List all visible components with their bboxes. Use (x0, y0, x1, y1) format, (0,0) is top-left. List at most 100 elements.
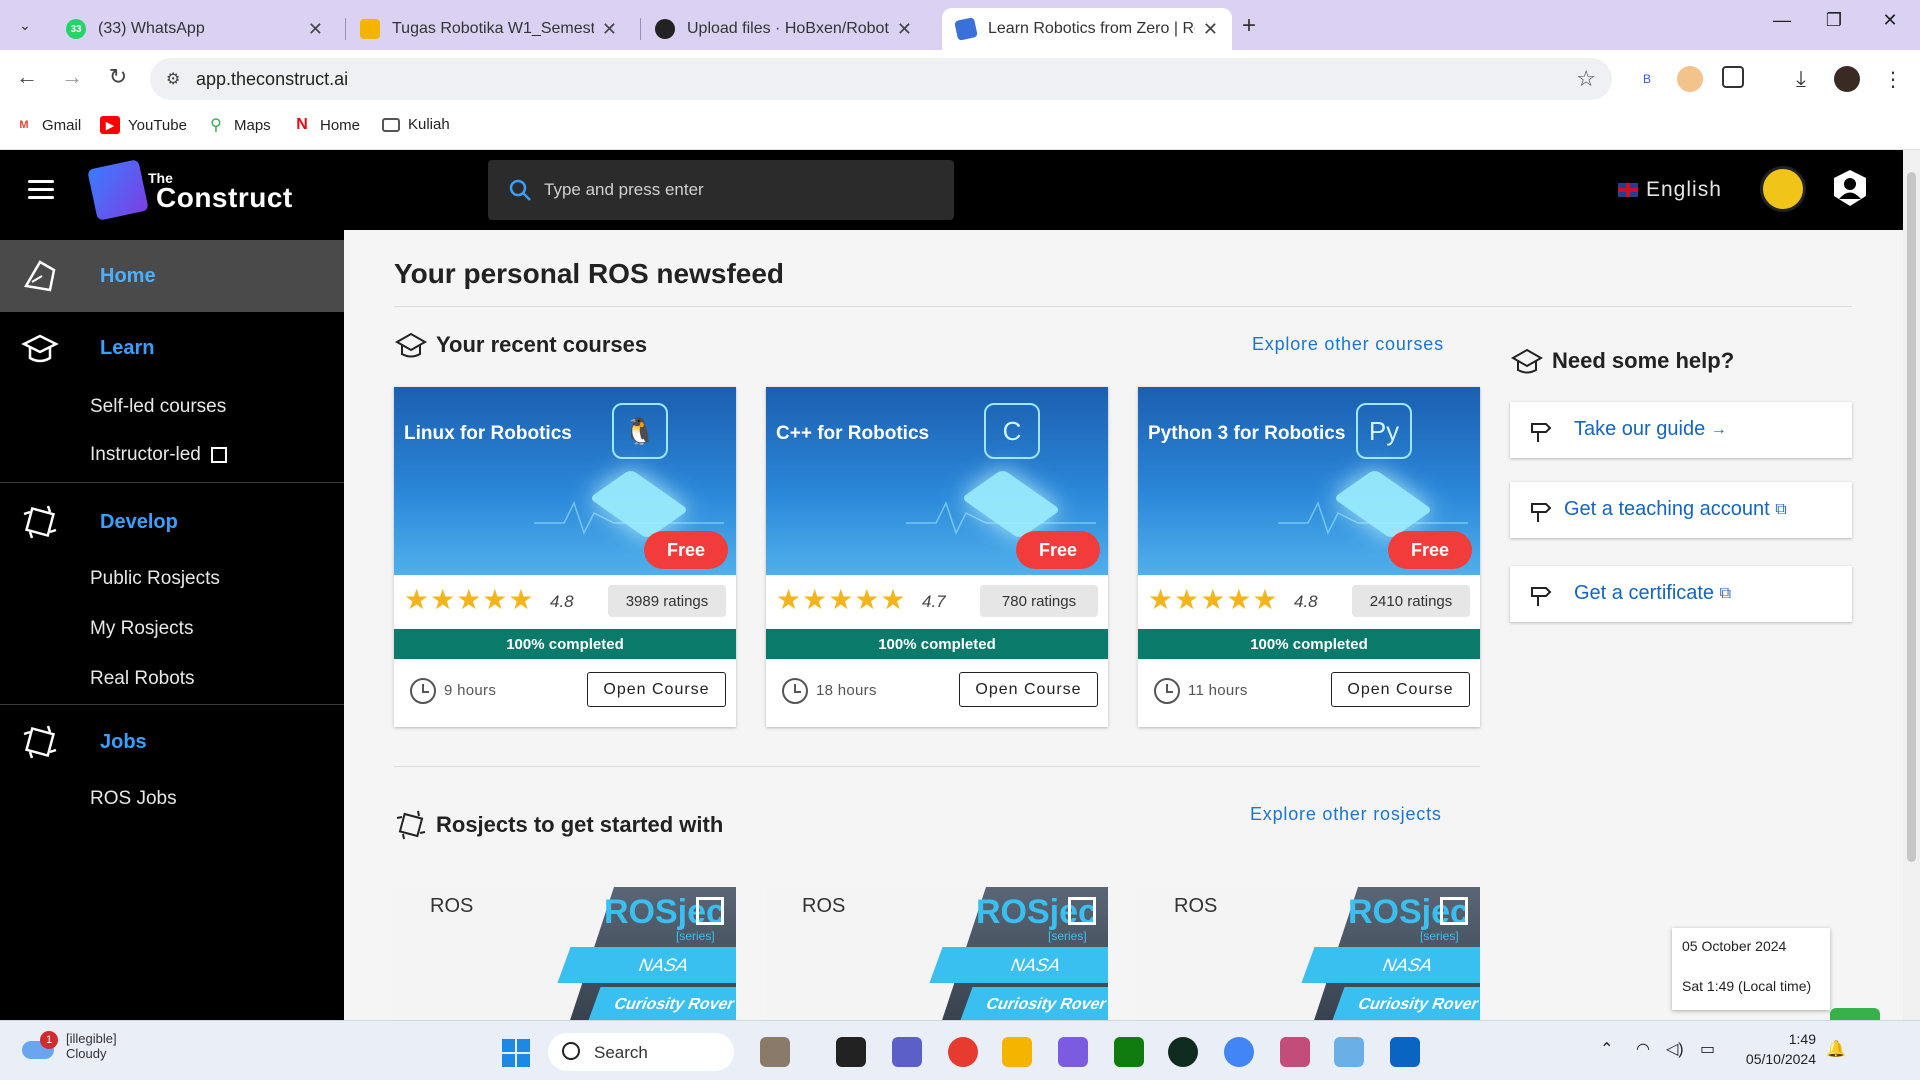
tab-the-construct[interactable]: Learn Robotics from Zero | Robo ✕ (942, 8, 1232, 50)
site-settings-icon[interactable]: ⚙ (166, 69, 188, 89)
tab-github-upload[interactable]: Upload files · HoBxen/Robotika ✕ (641, 8, 926, 50)
reload-button[interactable]: ↻ (103, 64, 133, 90)
certificate-card[interactable]: Get a certificate ⧉ (1510, 566, 1852, 622)
open-course-button[interactable]: Open Course (959, 672, 1098, 707)
user-account-icon[interactable] (1830, 168, 1870, 208)
xbox-icon[interactable] (1114, 1037, 1144, 1067)
profile-avatar-icon[interactable] (1834, 66, 1860, 92)
extension-avatar-icon[interactable] (1677, 66, 1703, 92)
browser-menu-icon[interactable]: ⋮ (1880, 66, 1906, 92)
teaching-account-card[interactable]: Get a teaching account ⧉ (1510, 482, 1852, 538)
sidebar-item-home[interactable]: Home (0, 240, 344, 312)
course-card-python[interactable]: Python 3 for Robotics Py Free ★★★★★ 4.8 … (1138, 387, 1480, 727)
notification-bell-icon[interactable]: 🔔 (1826, 1039, 1846, 1059)
page-scrollbar[interactable] (1903, 150, 1920, 1020)
search-input[interactable] (544, 174, 924, 206)
linux-penguin-icon: 🐧 (612, 403, 668, 459)
construct-logo-icon[interactable] (87, 159, 149, 221)
sidebar-item-my-rosjects[interactable]: My Rosjects (90, 618, 193, 640)
wps-office-icon[interactable] (948, 1037, 978, 1067)
sidebar-item-instructor-led[interactable]: Instructor-led (90, 444, 227, 466)
sidebar: Home Learn Self-led courses Instructor-l… (0, 230, 344, 1020)
bookmark-home[interactable]: N Home (292, 116, 360, 134)
file-explorer-icon[interactable] (1002, 1037, 1032, 1067)
sidebar-item-learn[interactable]: Learn (0, 312, 344, 384)
bookmark-kuliah[interactable]: Kuliah (382, 116, 450, 133)
sidebar-item-real-robots[interactable]: Real Robots (90, 668, 195, 690)
wifi-icon[interactable]: ◠ (1636, 1039, 1650, 1059)
upwork-icon[interactable] (1168, 1037, 1198, 1067)
wildlife-app-icon[interactable] (760, 1037, 790, 1067)
download-icon[interactable]: ⤓ (1788, 66, 1814, 92)
chart-app-icon[interactable] (1334, 1037, 1364, 1067)
taskbar-search[interactable]: Search (548, 1033, 734, 1071)
bookmark-label: YouTube (128, 116, 187, 134)
weather-widget[interactable]: 1 (20, 1031, 58, 1061)
close-icon[interactable]: ✕ (602, 19, 617, 40)
outlook-icon[interactable] (1390, 1037, 1420, 1067)
language-selector[interactable]: English (1618, 178, 1722, 202)
rosject-card[interactable]: ROS ROSjec [series] NASA Curiosity Rover (394, 887, 736, 1020)
extension-b-icon[interactable]: B (1634, 66, 1660, 92)
site-search[interactable] (488, 160, 954, 220)
scrollbar-thumb[interactable] (1907, 172, 1916, 862)
snipping-tool-icon[interactable] (1280, 1037, 1310, 1067)
develop-icon (396, 810, 426, 840)
expand-icon[interactable] (1068, 897, 1096, 925)
forward-button[interactable]: → (57, 64, 87, 90)
chrome-icon[interactable] (1224, 1037, 1254, 1067)
close-icon[interactable]: ✕ (308, 19, 323, 40)
windows-start-icon[interactable] (502, 1039, 530, 1067)
clock-time: 1:49 (1788, 1031, 1816, 1047)
bookmark-star-icon[interactable]: ☆ (1576, 66, 1596, 92)
sidebar-subitem-label: My Rosjects (90, 618, 194, 639)
bookmark-label: Kuliah (408, 116, 450, 133)
extensions-puzzle-icon[interactable] (1722, 66, 1744, 88)
bookmark-youtube[interactable]: ▶ YouTube (100, 116, 187, 134)
tab-whatsapp[interactable]: 33 (33) WhatsApp ✕ (52, 8, 337, 50)
explore-courses-link[interactable]: Explore other courses (1252, 334, 1444, 355)
minimize-button[interactable]: — (1762, 10, 1802, 31)
expand-icon[interactable] (1440, 897, 1468, 925)
rosject-card[interactable]: ROS ROSjec [series] NASA Curiosity Rover (1138, 887, 1480, 1020)
bookmark-maps[interactable]: ⚲ Maps (206, 116, 271, 135)
open-course-button[interactable]: Open Course (587, 672, 726, 707)
course-thumbnail[interactable]: Python 3 for Robotics Py Free (1138, 387, 1480, 575)
graduation-cap-icon (1510, 348, 1544, 374)
chevron-up-icon[interactable]: ⌃ (1600, 1039, 1613, 1059)
sidebar-item-develop[interactable]: Develop (0, 486, 344, 558)
restore-button[interactable]: ❐ (1814, 10, 1854, 31)
close-icon[interactable]: ✕ (1203, 19, 1218, 40)
back-button[interactable]: ← (12, 64, 42, 90)
open-course-button[interactable]: Open Course (1331, 672, 1470, 707)
close-window-button[interactable]: ✕ (1870, 10, 1910, 31)
achievement-badge-icon[interactable] (1760, 166, 1806, 212)
close-icon[interactable]: ✕ (897, 19, 912, 40)
course-thumbnail[interactable]: Linux for Robotics 🐧 Free (394, 387, 736, 575)
sidebar-item-self-led-courses[interactable]: Self-led courses (90, 396, 226, 418)
new-tab-button[interactable]: + (1242, 12, 1256, 40)
hamburger-menu-icon[interactable] (28, 180, 54, 200)
tab-title: Tugas Robotika W1_Semester G (392, 20, 594, 37)
tab-search-dropdown[interactable]: ⌄ (10, 10, 40, 40)
course-card-linux[interactable]: Linux for Robotics 🐧 Free ★★★★★ 4.8 3989… (394, 387, 736, 727)
sidebar-item-jobs[interactable]: Jobs (0, 706, 344, 778)
explore-rosjects-link[interactable]: Explore other rosjects (1250, 804, 1442, 825)
take-guide-card[interactable]: Take our guide → (1510, 402, 1852, 458)
rosject-card[interactable]: ROS ROSjec [series] NASA Curiosity Rover (766, 887, 1108, 1020)
volume-icon[interactable]: ◁) (1666, 1039, 1684, 1059)
star-rating-icon: ★★★★★ (404, 584, 535, 615)
bookmark-gmail[interactable]: M Gmail (14, 116, 81, 134)
course-thumbnail[interactable]: C++ for Robotics C Free (766, 387, 1108, 575)
teams-icon[interactable] (892, 1037, 922, 1067)
sidebar-item-ros-jobs[interactable]: ROS Jobs (90, 788, 177, 810)
copilot-icon[interactable] (1058, 1037, 1088, 1067)
task-view-icon[interactable] (836, 1037, 866, 1067)
sidebar-item-public-rosjects[interactable]: Public Rosjects (90, 568, 220, 590)
expand-icon[interactable] (696, 897, 724, 925)
battery-icon[interactable]: ▭ (1700, 1039, 1715, 1059)
maps-icon: ⚲ (210, 117, 222, 134)
tab-tugas-robotika[interactable]: Tugas Robotika W1_Semester G ✕ (346, 8, 631, 50)
address-bar[interactable]: ⚙ app.theconstruct.ai ☆ (150, 58, 1612, 100)
course-card-cpp[interactable]: C++ for Robotics C Free ★★★★★ 4.7 780 ra… (766, 387, 1108, 727)
